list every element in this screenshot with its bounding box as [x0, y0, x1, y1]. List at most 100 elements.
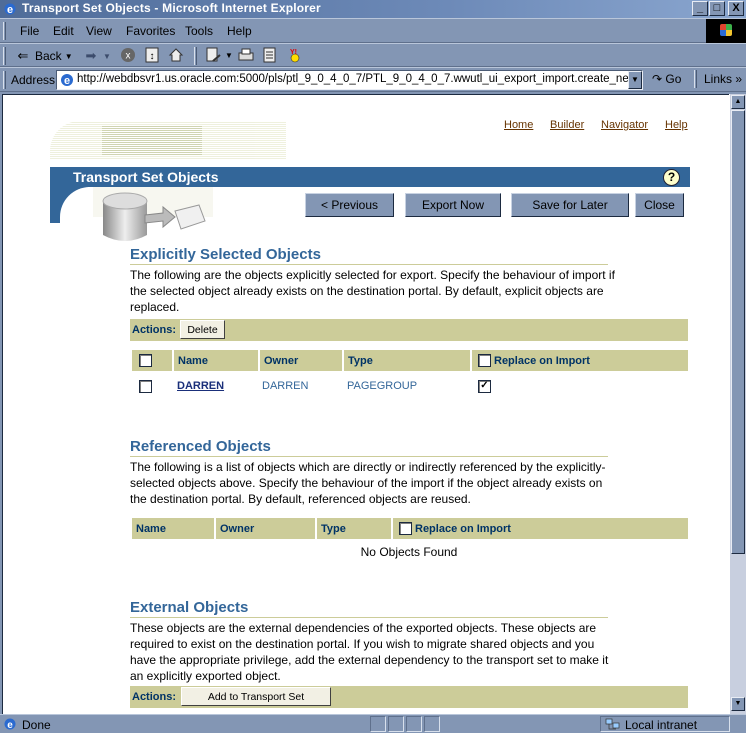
- ref-column-header-owner[interactable]: Owner: [216, 518, 315, 539]
- scroll-up-button[interactable]: ▲: [731, 95, 745, 109]
- menu-tools[interactable]: Tools: [185, 24, 213, 38]
- ref-column-header-type[interactable]: Type: [317, 518, 391, 539]
- window-title: Transport Set Objects - Microsoft Intern…: [22, 1, 321, 15]
- edit-icon: [206, 47, 221, 62]
- column-header-name[interactable]: Name: [174, 350, 258, 371]
- links-separator: [694, 70, 697, 88]
- edit-dropdown-icon[interactable]: ▼: [225, 51, 233, 60]
- link-help[interactable]: Help: [665, 119, 688, 131]
- maximize-button[interactable]: □: [709, 1, 725, 16]
- object-type: PAGEGROUP: [347, 380, 418, 392]
- refresh-button[interactable]: ↕: [144, 47, 160, 63]
- svg-text:e: e: [7, 4, 13, 16]
- ref-column-header-name[interactable]: Name: [132, 518, 214, 539]
- select-all-checkbox[interactable]: [139, 354, 152, 367]
- menu-grip[interactable]: [3, 22, 6, 40]
- save-for-later-button[interactable]: Save for Later: [511, 193, 629, 217]
- toolbar: ⇐ Back ▼ ➡ ▼ x ↕ ▼ Y!: [0, 43, 746, 67]
- vertical-scrollbar[interactable]: ▲ ▼: [729, 94, 746, 714]
- menu-help[interactable]: Help: [227, 24, 252, 38]
- status-text: Done: [22, 718, 51, 732]
- discuss-icon: [263, 47, 276, 63]
- toolbar-grip[interactable]: [3, 47, 6, 65]
- back-dropdown-icon[interactable]: ▼: [65, 52, 73, 61]
- export-now-button[interactable]: Export Now: [405, 193, 501, 217]
- svg-text:↕: ↕: [150, 51, 155, 62]
- address-url[interactable]: http://webdbsvr1.us.oracle.com:5000/pls/…: [77, 73, 629, 85]
- external-section-description: These objects are the external dependenc…: [130, 621, 609, 683]
- ref-replace-header-label: Replace on Import: [415, 523, 511, 535]
- menu-edit[interactable]: Edit: [53, 24, 74, 38]
- go-label: Go: [665, 72, 682, 86]
- discuss-button[interactable]: [262, 47, 278, 63]
- select-all-header: [132, 350, 172, 371]
- scroll-down-button[interactable]: ▼: [731, 697, 745, 711]
- close-button[interactable]: Close: [635, 193, 684, 217]
- stop-button[interactable]: x: [120, 47, 136, 63]
- links-button[interactable]: Links »: [704, 72, 742, 86]
- local-intranet-icon: [605, 718, 620, 730]
- help-icon[interactable]: ?: [663, 169, 680, 186]
- link-navigator[interactable]: Navigator: [601, 119, 648, 131]
- svg-text:e: e: [64, 75, 70, 87]
- home-icon: [168, 48, 184, 62]
- home-button[interactable]: [168, 47, 184, 63]
- explicit-section-title: Explicitly Selected Objects: [130, 246, 608, 265]
- minimize-button[interactable]: _: [692, 1, 708, 16]
- browser-window: e Transport Set Objects - Microsoft Inte…: [0, 0, 746, 733]
- link-builder[interactable]: Builder: [550, 119, 584, 131]
- stop-icon: x: [121, 48, 135, 62]
- replace-on-import-checkbox[interactable]: ✓: [478, 380, 491, 393]
- ref-replace-all-checkbox[interactable]: [399, 522, 412, 535]
- go-button[interactable]: ↷ Go: [652, 72, 681, 86]
- go-arrow-icon: ↷: [652, 72, 663, 86]
- ie-logo-icon: e: [4, 3, 16, 16]
- forward-button[interactable]: ➡ ▼: [82, 47, 111, 65]
- column-header-owner[interactable]: Owner: [260, 350, 342, 371]
- status-panel: [406, 716, 422, 732]
- link-home[interactable]: Home: [504, 119, 533, 131]
- no-objects-found: No Objects Found: [360, 545, 458, 559]
- edit-button[interactable]: ▼: [206, 47, 233, 63]
- replace-header-label: Replace on Import: [494, 355, 590, 367]
- menu-favorites[interactable]: Favorites: [126, 24, 175, 38]
- external-section-title: External Objects: [130, 599, 608, 618]
- page-title: Transport Set Objects: [73, 169, 219, 185]
- refresh-icon: ↕: [145, 47, 159, 63]
- add-to-transport-set-button[interactable]: Add to Transport Set: [181, 687, 331, 706]
- close-window-button[interactable]: X: [728, 1, 744, 16]
- address-grip[interactable]: [3, 71, 6, 89]
- back-label: Back: [35, 49, 62, 63]
- scroll-thumb[interactable]: [731, 110, 745, 554]
- portal-logo-art: [50, 121, 286, 159]
- forward-icon: ➡: [85, 48, 97, 63]
- page-header-band: Transport Set Objects ?: [50, 167, 690, 187]
- messenger-button[interactable]: Y!: [286, 47, 302, 63]
- svg-text:e: e: [7, 720, 13, 731]
- referenced-section-description: The following is a list of objects which…: [130, 460, 606, 506]
- previous-button[interactable]: < Previous: [305, 193, 394, 217]
- menu-file[interactable]: File: [20, 24, 39, 38]
- windows-logo-icon: [706, 19, 746, 43]
- address-input[interactable]: e http://webdbsvr1.us.oracle.com:5000/pl…: [56, 70, 643, 90]
- address-label: Address: [11, 73, 56, 87]
- toolbar-separator: [194, 47, 197, 65]
- title-bar: e Transport Set Objects - Microsoft Inte…: [0, 0, 746, 18]
- page-viewport: Home Builder Navigator Help Transport Se…: [2, 94, 729, 714]
- delete-button[interactable]: Delete: [180, 320, 225, 339]
- database-export-icon: [93, 187, 213, 241]
- address-dropdown-icon[interactable]: ▼: [628, 71, 642, 89]
- explicit-actions-bar: Actions: Delete: [130, 319, 688, 341]
- object-owner: DARREN: [262, 380, 309, 392]
- print-button[interactable]: [238, 47, 254, 63]
- column-header-type[interactable]: Type: [344, 350, 470, 371]
- explicit-section-description: The following are the objects explicitly…: [130, 268, 615, 314]
- address-bar: Address e http://webdbsvr1.us.oracle.com…: [0, 67, 746, 92]
- back-button[interactable]: ⇐ Back ▼: [14, 47, 73, 65]
- replace-all-checkbox[interactable]: [478, 354, 491, 367]
- row-select-checkbox[interactable]: [139, 380, 152, 393]
- forward-dropdown-icon[interactable]: ▼: [103, 52, 111, 61]
- object-name-link[interactable]: DARREN: [177, 380, 224, 392]
- external-actions-label: Actions:: [132, 691, 176, 703]
- menu-view[interactable]: View: [86, 24, 112, 38]
